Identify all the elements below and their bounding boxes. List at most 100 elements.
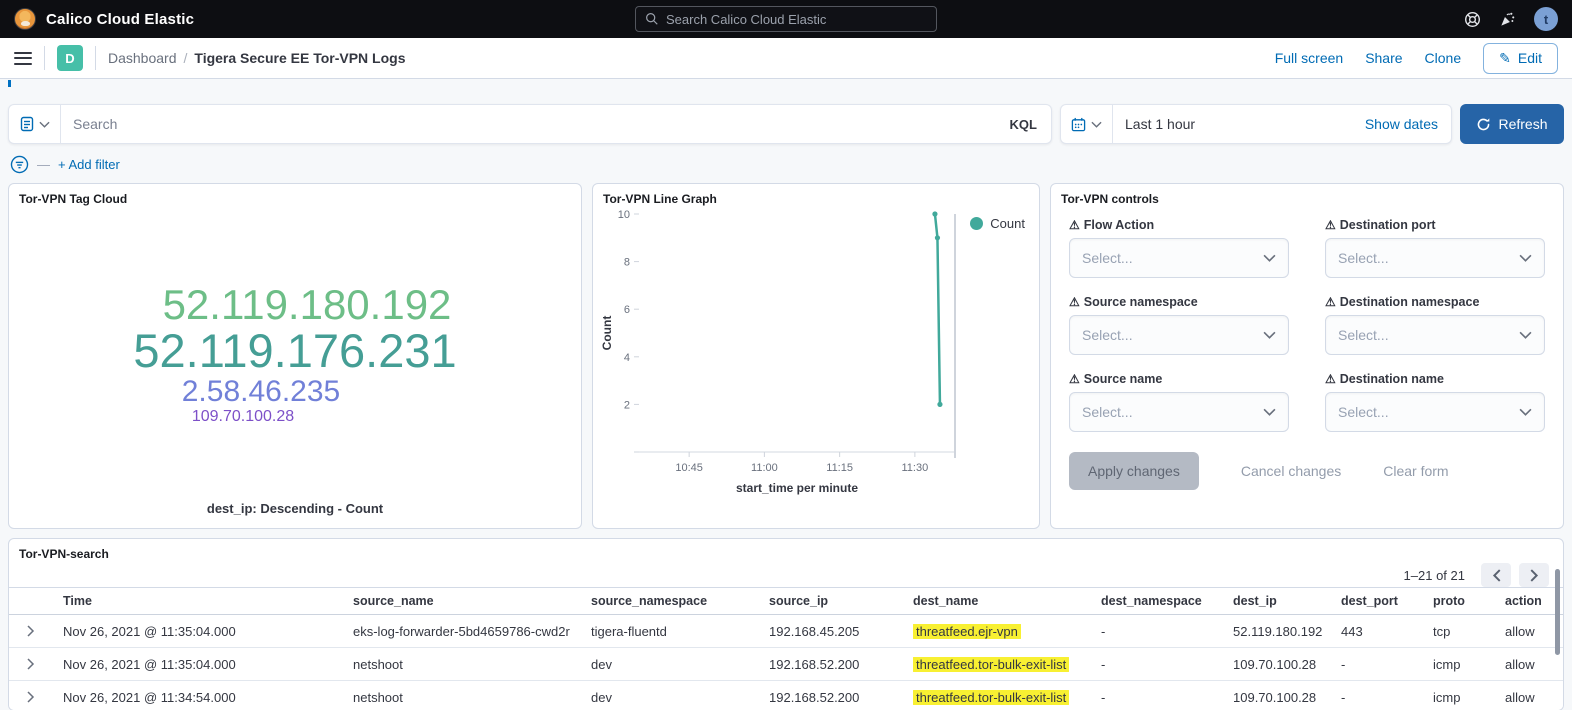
prev-page-button[interactable] [1481,563,1511,587]
chevron-down-icon [39,121,50,128]
warning-icon: ⚠ [1069,295,1080,309]
saved-query-menu-button[interactable] [9,105,61,143]
tag-cloud-footer: dest_ip: Descending - Count [9,501,581,528]
refresh-button[interactable]: Refresh [1460,104,1564,144]
panel-edge-marker [8,80,11,87]
column-header-dest-name: dest_name [903,594,1091,608]
global-header: Calico Cloud Elastic Search Calico Cloud… [0,0,1572,38]
table-row: Nov 26, 2021 @ 11:34:54.000netshootdev19… [9,681,1563,710]
control-select[interactable]: Select... [1069,392,1289,432]
scrollbar[interactable] [1555,569,1560,655]
query-bar: Search KQL Last 1 hour Show dates Refres… [8,104,1564,144]
legend-label: Count [990,216,1025,231]
tagcloud-tag[interactable]: 52.119.176.231 [133,327,456,376]
edit-button[interactable]: ✎ Edit [1483,43,1558,74]
cell-source-ip: 192.168.52.200 [759,657,903,672]
tagcloud-tag[interactable]: 109.70.100.28 [192,409,294,426]
cell-source-ip: 192.168.45.205 [759,624,903,639]
tag-cloud: 52.119.180.19252.119.176.2312.58.46.235 1… [9,208,581,501]
cell-time: Nov 26, 2021 @ 11:35:04.000 [53,657,343,672]
cell-dest-port: - [1331,657,1423,672]
breadcrumb-separator: / [184,50,188,66]
calendar-menu-button[interactable] [1061,105,1113,143]
panel-title: Tor-VPN-search [9,539,1563,563]
control-label: Destination port [1340,218,1436,232]
control-select[interactable]: Select... [1325,315,1545,355]
next-page-button[interactable] [1519,563,1549,587]
filter-bar: — + Add filter [10,153,1564,175]
panel-title: Tor-VPN Tag Cloud [9,184,581,208]
saved-query-icon [20,116,34,132]
table-row: Nov 26, 2021 @ 11:35:04.000eks-log-forwa… [9,615,1563,648]
chevron-left-icon [1492,569,1501,582]
warning-icon: ⚠ [1069,218,1080,232]
column-header-proto: proto [1423,594,1495,608]
global-search-placeholder: Search Calico Cloud Elastic [666,12,826,27]
deployment-badge[interactable]: D [57,45,83,71]
show-dates-button[interactable]: Show dates [1352,116,1451,132]
controls-grid: ⚠ Flow Action Select... ⚠ Destination port Se… [1051,208,1563,432]
filter-circle-icon[interactable] [10,155,29,174]
svg-text:10:45: 10:45 [675,462,703,474]
svg-text:10: 10 [618,209,630,221]
tag-cloud-panel: Tor-VPN Tag Cloud 52.119.180.19252.119.1… [8,183,582,529]
newsfeed-icon[interactable] [1499,11,1516,28]
brand-name: Calico Cloud Elastic [46,11,194,28]
search-input[interactable]: Search [61,116,996,132]
add-filter-button[interactable]: + Add filter [58,157,120,172]
chevron-down-icon [1519,331,1532,339]
cell-action: allow [1495,657,1563,672]
control-select[interactable]: Select... [1069,238,1289,278]
expand-row-button[interactable] [9,691,53,703]
warning-icon: ⚠ [1325,218,1336,232]
chart-legend[interactable]: Count [970,216,1025,231]
cell-dest-ip: 109.70.100.28 [1223,657,1331,672]
select-placeholder: Select... [1082,404,1263,420]
chevron-right-icon [27,691,35,703]
chevron-down-icon [1263,254,1276,262]
panel-title: Tor-VPN controls [1051,184,1563,208]
svg-text:11:00: 11:00 [751,462,778,474]
control-label: Flow Action [1084,218,1154,232]
apply-changes-button[interactable]: Apply changes [1069,452,1199,490]
cell-dest-ip: 52.119.180.192 [1223,624,1331,639]
line-graph-panel: Tor-VPN Line Graph 24681010:4511:0011:15… [592,183,1040,529]
tagcloud-tag[interactable]: 52.119.180.192 [163,283,452,327]
cell-dest-name: threatfeed.tor-bulk-exit-list [903,690,1091,705]
column-header-dest-ip: dest_ip [1223,594,1331,608]
svg-text:Count: Count [600,316,614,351]
cell-dest-port: - [1331,690,1423,705]
time-range-value[interactable]: Last 1 hour [1113,116,1352,132]
refresh-icon [1476,117,1491,132]
control-select[interactable]: Select... [1069,315,1289,355]
control-field: ⚠Source namespaceSelect... [1069,295,1289,355]
select-placeholder: Select... [1338,404,1519,420]
control-field: ⚠ Destination port Select... [1325,218,1545,278]
control-field: ⚠Destination namespaceSelect... [1325,295,1545,355]
cell-source-name: eks-log-forwarder-5bd4659786-cwd2r [343,624,581,639]
select-placeholder: Select... [1338,327,1519,343]
control-select[interactable]: Select... [1325,238,1545,278]
full-screen-button[interactable]: Full screen [1275,50,1343,66]
expand-row-button[interactable] [9,658,53,670]
menu-icon[interactable] [14,52,32,65]
kql-button[interactable]: KQL [996,117,1051,132]
page-title: Tigera Secure EE Tor-VPN Logs [194,50,405,66]
line-chart: 24681010:4511:0011:1511:30Countstart_tim… [599,208,1033,502]
cell-source-namespace: dev [581,690,759,705]
select-placeholder: Select... [1082,250,1263,266]
cell-time: Nov 26, 2021 @ 11:34:54.000 [53,690,343,705]
help-icon[interactable] [1464,11,1481,28]
global-search-input[interactable]: Search Calico Cloud Elastic [635,6,937,32]
clone-button[interactable]: Clone [1425,50,1462,66]
tagcloud-tag[interactable]: 2.58.46.235 [182,376,340,407]
control-select[interactable]: Select... [1325,392,1545,432]
breadcrumb-dashboard[interactable]: Dashboard [108,50,177,66]
user-avatar[interactable]: t [1534,7,1558,31]
share-button[interactable]: Share [1365,50,1402,66]
kql-search-box: Search KQL [8,104,1052,144]
expand-row-button[interactable] [9,625,53,637]
cell-action: allow [1495,690,1563,705]
clear-form-button[interactable]: Clear form [1383,463,1448,479]
cancel-changes-button[interactable]: Cancel changes [1241,463,1341,479]
